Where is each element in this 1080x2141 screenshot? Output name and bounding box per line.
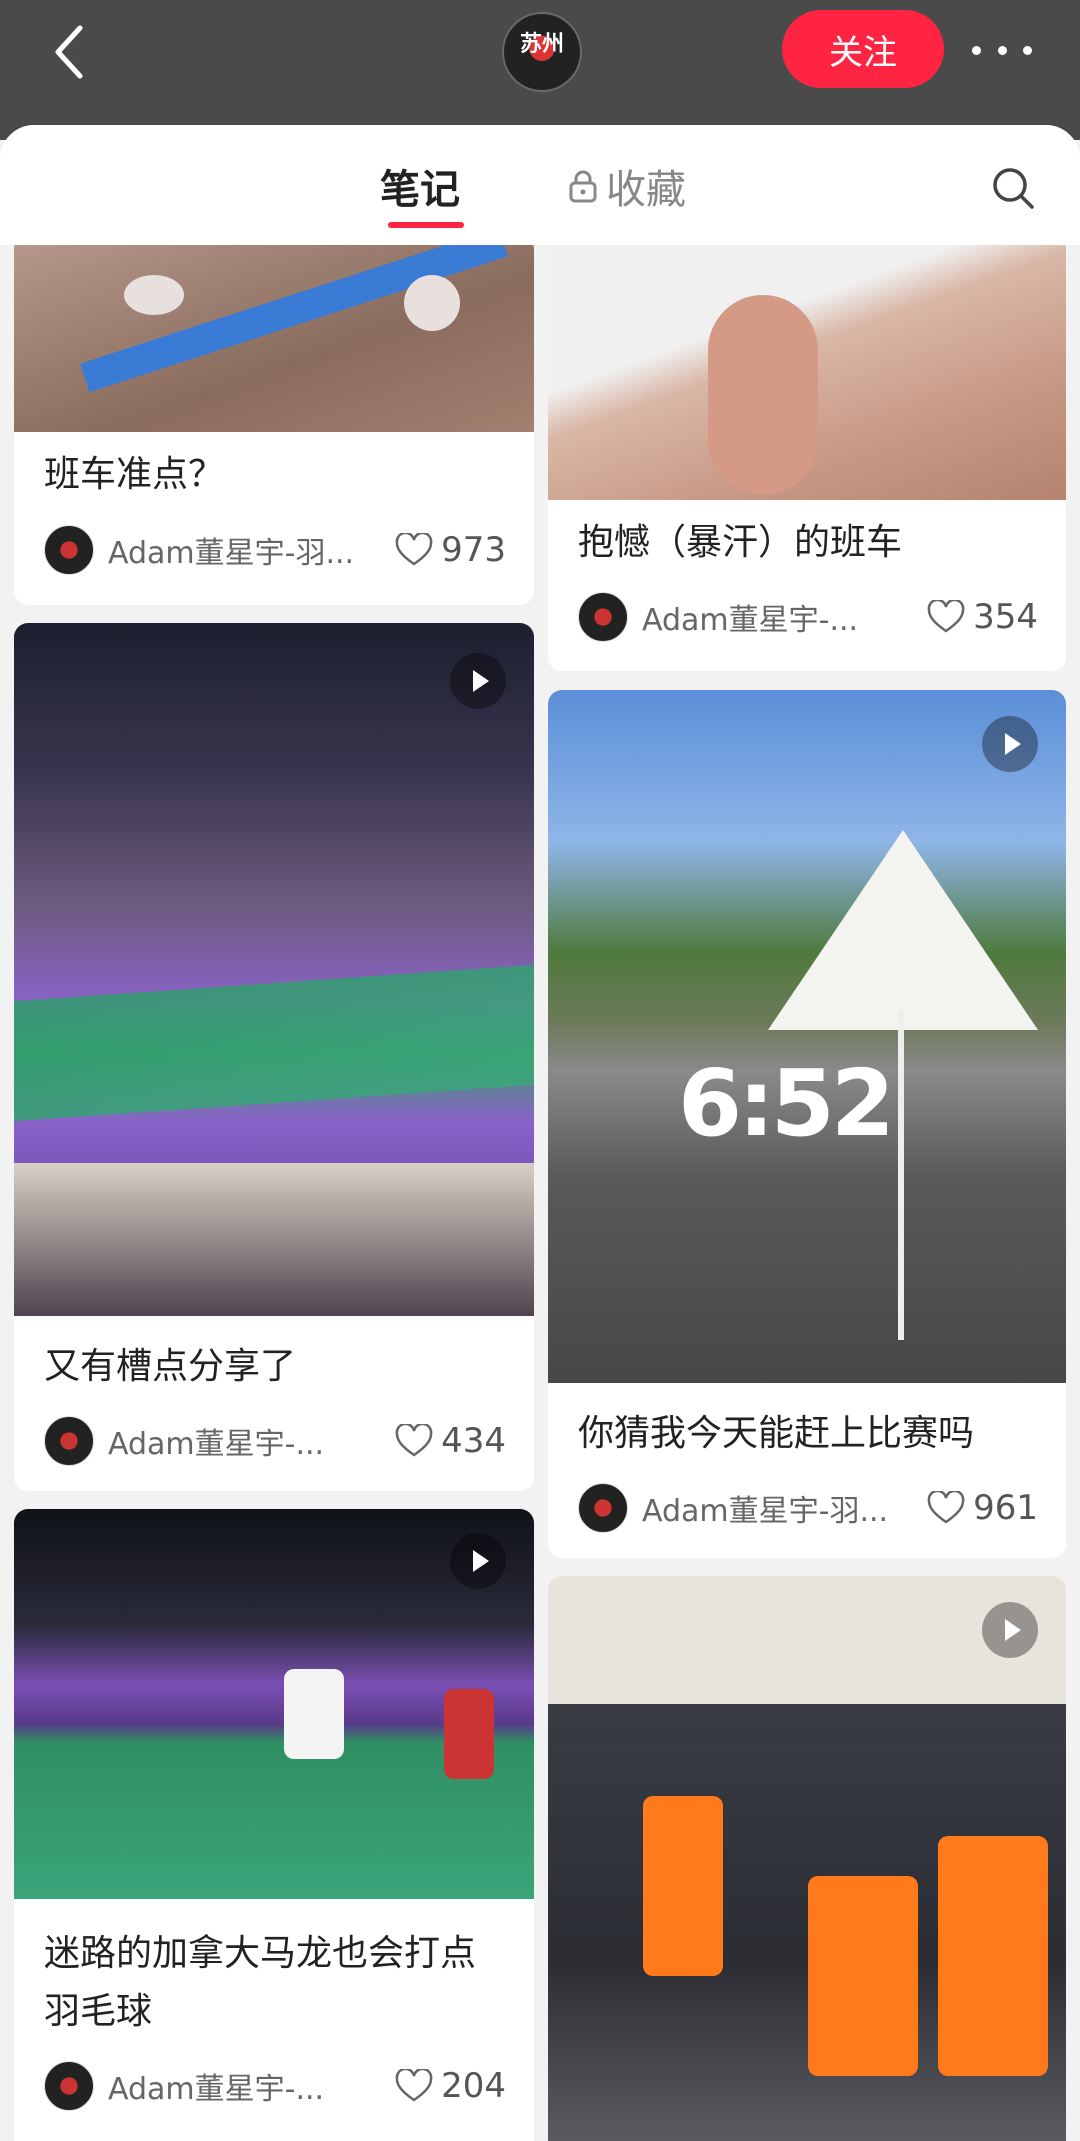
note-card[interactable]: 班车准点？ Adam董星宇-羽... 973 [14,245,534,605]
note-card[interactable]: 迷路的加拿大马龙也会打点羽毛球 Adam董星宇-... 204 [14,1509,534,2141]
like-count: 973 [441,530,506,570]
note-title: 抱憾（暴汗）的班车 [578,522,903,563]
like-count: 434 [441,1421,506,1461]
like-count: 961 [973,1488,1038,1528]
author-avatar[interactable] [44,1416,94,1466]
author-name[interactable]: Adam董星宇-... [642,595,927,639]
note-card[interactable] [548,1576,1066,2141]
play-icon [982,1602,1038,1658]
author-avatar[interactable] [578,592,628,642]
note-meta: Adam董星宇-... 354 [578,591,1038,643]
note-cover-image [548,245,1066,500]
note-card[interactable]: 抱憾（暴汗）的班车 Adam董星宇-... 354 [548,245,1066,671]
note-title: 迷路的加拿大马龙也会打点羽毛球 [44,1933,477,2032]
note-meta: Adam董星宇-... 204 [44,2060,506,2112]
heart-icon[interactable] [395,1424,433,1458]
follow-button[interactable]: 关注 [782,10,944,88]
author-name[interactable]: Adam董星宇-... [108,1419,395,1463]
note-title: 你猜我今天能赶上比赛吗 [578,1413,975,1454]
heart-icon[interactable] [395,533,433,567]
like-count: 204 [441,2066,506,2106]
play-icon [450,653,506,709]
note-card[interactable]: 又有槽点分享了 Adam董星宇-... 434 [14,623,534,1491]
avatar-text: 苏州 [519,32,564,57]
note-cover-image [14,245,534,432]
author-avatar[interactable] [44,525,94,575]
tab-notes[interactable]: 笔记 [380,157,460,215]
note-meta: Adam董星宇-羽... 973 [44,524,506,576]
top-bar: 苏州 关注 [0,0,1080,140]
author-avatar[interactable] [578,1483,628,1533]
content-sheet: 笔记 收藏 班车准点？ Adam董星宇-羽... 973 又有槽点分享了 Ada… [0,125,1080,2141]
author-name[interactable]: Adam董星宇-羽... [108,528,395,572]
search-icon[interactable] [990,165,1036,211]
note-card[interactable]: 6:52 你猜我今天能赶上比赛吗 Adam董星宇-羽... 961 [548,690,1066,1558]
note-cover-image: 6:52 [548,690,1066,1383]
notes-feed: 班车准点？ Adam董星宇-羽... 973 又有槽点分享了 Adam董星宇-.… [0,245,1080,2141]
author-name[interactable]: Adam董星宇-羽... [642,1486,927,1530]
author-avatar[interactable] [44,2061,94,2111]
note-meta: Adam董星宇-羽... 961 [578,1482,1038,1534]
note-cover-image [14,623,534,1316]
tab-active-indicator [388,222,464,228]
note-title: 又有槽点分享了 [44,1346,297,1387]
profile-avatar[interactable]: 苏州 [502,12,582,92]
tab-bar: 笔记 收藏 [0,125,1080,245]
like-count: 354 [973,597,1038,637]
note-meta: Adam董星宇-... 434 [44,1415,506,1467]
timestamp-overlay: 6:52 [678,1050,895,1157]
author-name[interactable]: Adam董星宇-... [108,2064,395,2108]
more-dots-icon[interactable] [972,30,1032,70]
heart-icon[interactable] [395,2069,433,2103]
tab-favorites-label: 收藏 [606,167,686,213]
lock-icon [569,170,597,203]
tab-favorites[interactable]: 收藏 [568,157,686,215]
heart-icon[interactable] [927,1491,965,1525]
note-title: 班车准点？ [44,454,225,495]
back-arrow-icon[interactable] [50,22,90,82]
note-cover-image [14,1509,534,1899]
play-icon [450,1533,506,1589]
heart-icon[interactable] [927,600,965,634]
play-icon [982,716,1038,772]
note-cover-image [548,1576,1066,2141]
